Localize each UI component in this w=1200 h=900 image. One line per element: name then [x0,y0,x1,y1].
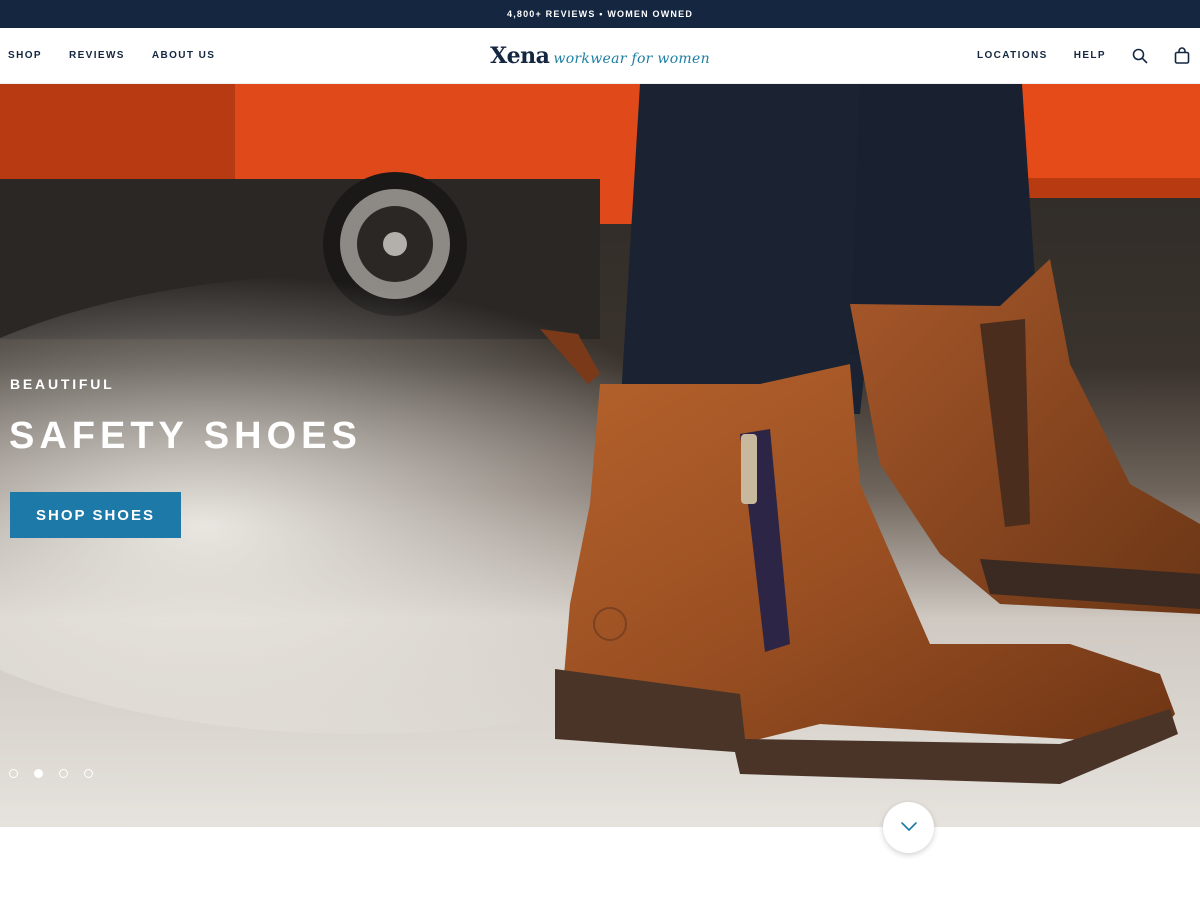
nav-link-shop[interactable]: SHOP [8,50,42,61]
search-icon[interactable] [1132,48,1148,64]
hero-headline: SAFETY SHOES [9,415,362,457]
carousel-dot-3[interactable] [59,769,68,778]
nav-link-reviews[interactable]: REVIEWS [69,50,125,61]
shopping-bag-icon[interactable] [1174,47,1190,64]
logo-wordmark: Xena [490,42,550,69]
hero-banner: BEAUTIFUL SAFETY SHOES SHOP SHOES [0,84,1200,827]
site-logo[interactable]: Xena workwear for women [490,43,710,69]
main-nav: SHOP REVIEWS ABOUT US Xena workwear for … [0,28,1200,84]
carousel-dots [9,769,93,778]
nav-right: LOCATIONS HELP [977,47,1192,64]
carousel-dot-1[interactable] [9,769,18,778]
carousel-dot-2[interactable] [34,769,43,778]
nav-link-about-us[interactable]: ABOUT US [152,50,215,61]
announcement-text: 4,800+ REVIEWS • WOMEN OWNED [506,9,694,19]
nav-link-locations[interactable]: LOCATIONS [977,50,1048,61]
shop-shoes-button[interactable]: SHOP SHOES [10,492,181,538]
scroll-down-button[interactable] [883,802,934,853]
nav-left: SHOP REVIEWS ABOUT US [8,50,215,61]
carousel-dot-4[interactable] [84,769,93,778]
logo-tagline: workwear for women [553,50,710,67]
hero-eyebrow: BEAUTIFUL [10,376,115,392]
chevron-down-icon [900,819,918,837]
nav-link-help[interactable]: HELP [1074,50,1106,61]
announcement-bar: 4,800+ REVIEWS • WOMEN OWNED [0,0,1200,28]
